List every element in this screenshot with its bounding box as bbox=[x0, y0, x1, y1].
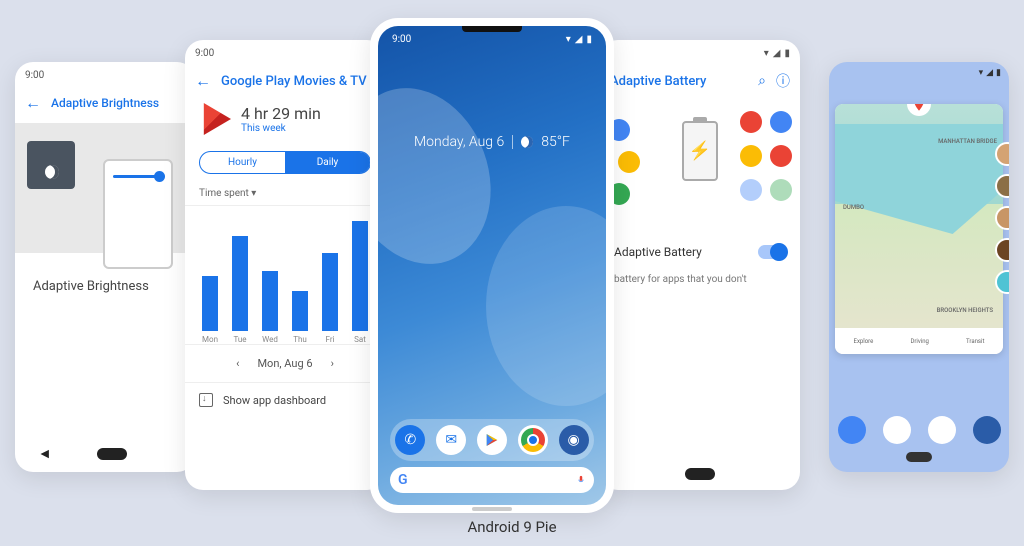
next-icon[interactable]: › bbox=[331, 357, 334, 370]
page-title: Adaptive Battery bbox=[610, 74, 748, 89]
help-icon[interactable]: ⓘ bbox=[776, 71, 790, 91]
app-dot-icon bbox=[740, 179, 762, 201]
maps-bottom-nav: Explore Driving Transit bbox=[835, 328, 1003, 354]
toggle-label: Adaptive Battery bbox=[614, 245, 750, 259]
date-weather-widget[interactable]: Monday, Aug 6 85°F bbox=[378, 134, 606, 150]
adaptive-battery-card: ▾◢▮ Adaptive Battery ⌕ ⓘ ⚡ Adaptive Batt… bbox=[600, 40, 800, 490]
camera-app-icon[interactable]: ◉ bbox=[559, 425, 589, 455]
setting-description: battery for apps that you don't bbox=[600, 273, 800, 287]
weather-moon-icon bbox=[521, 136, 533, 148]
app-dot-icon bbox=[770, 111, 792, 133]
status-bar: ▾◢▮ bbox=[600, 40, 800, 67]
app-dot-icon bbox=[770, 145, 792, 167]
tab-transit[interactable]: Transit bbox=[966, 338, 984, 345]
battery-illustration: ⚡ bbox=[600, 101, 800, 231]
prev-icon[interactable]: ‹ bbox=[236, 357, 239, 370]
play-store-icon[interactable] bbox=[477, 425, 507, 455]
search-icon[interactable]: ⌕ bbox=[758, 73, 766, 89]
tab-explore[interactable]: Explore bbox=[854, 338, 874, 345]
wifi-icon: ▾ bbox=[566, 34, 571, 45]
recents-dock bbox=[829, 416, 1009, 444]
current-date: Mon, Aug 6 bbox=[257, 357, 312, 370]
back-icon[interactable]: ← bbox=[195, 71, 211, 91]
brightness-illustration bbox=[15, 123, 195, 253]
google-search-bar[interactable]: G bbox=[390, 467, 594, 493]
back-nav-icon[interactable]: ◄ bbox=[38, 445, 52, 462]
metric-dropdown[interactable]: Time spent ▾ bbox=[185, 182, 385, 205]
usage-period: This week bbox=[241, 123, 321, 134]
play-movies-icon bbox=[199, 103, 231, 135]
recents-card: ▾◢▮ Manhattan Bridge DUMBO BROOKLYN HEIG… bbox=[829, 62, 1009, 472]
map-label: DUMBO bbox=[843, 204, 864, 211]
back-icon[interactable]: ← bbox=[25, 93, 41, 113]
adaptive-brightness-card: 9:00 ← Adaptive Brightness Adaptive Brig… bbox=[15, 62, 195, 472]
battery-icon: ▮ bbox=[586, 34, 592, 45]
usage-duration: 4 hr 29 min bbox=[241, 104, 321, 123]
dashboard-icon bbox=[199, 393, 213, 407]
home-pill[interactable] bbox=[97, 448, 127, 460]
mic-icon[interactable] bbox=[576, 473, 586, 487]
map-label: Manhattan Bridge bbox=[938, 138, 997, 145]
dock-app-icon[interactable] bbox=[838, 416, 866, 444]
show-dashboard-button[interactable]: Show app dashboard bbox=[185, 382, 385, 417]
phone-app-icon[interactable]: ✆ bbox=[395, 425, 425, 455]
status-bar: 9:00 ▾ ◢ ▮ bbox=[378, 34, 606, 45]
app-dot-icon bbox=[740, 145, 762, 167]
tab-hourly[interactable]: Hourly bbox=[200, 152, 285, 173]
bolt-icon: ⚡ bbox=[689, 141, 711, 162]
time-tabs: Hourly Daily bbox=[199, 151, 371, 174]
home-screen-card: 9:00 ▾ ◢ ▮ Monday, Aug 6 85°F ✆ ✉ ◉ G bbox=[370, 18, 614, 513]
brightness-slider bbox=[113, 175, 163, 178]
home-pill[interactable] bbox=[685, 468, 715, 480]
contact-avatar[interactable] bbox=[995, 206, 1009, 230]
google-logo-icon: G bbox=[398, 472, 408, 488]
status-bar: 9:00 bbox=[185, 40, 385, 67]
page-title: Adaptive Brightness bbox=[51, 96, 159, 110]
home-pill[interactable] bbox=[906, 452, 932, 462]
signal-icon: ◢ bbox=[575, 34, 583, 45]
play-movies-card: 9:00 ← Google Play Movies & TV 4 hr 29 m… bbox=[185, 40, 385, 490]
messages-app-icon[interactable]: ✉ bbox=[436, 425, 466, 455]
recent-app-maps[interactable]: Manhattan Bridge DUMBO BROOKLYN HEIGHTS … bbox=[835, 104, 1003, 354]
contact-strip bbox=[995, 142, 1009, 294]
contact-avatar[interactable] bbox=[995, 238, 1009, 262]
caption: Android 9 Pie bbox=[0, 518, 1024, 536]
status-bar: 9:00 bbox=[15, 62, 195, 89]
notch bbox=[462, 26, 522, 32]
play-store-icon[interactable] bbox=[883, 416, 911, 444]
camera-app-icon[interactable] bbox=[973, 416, 1001, 444]
app-dot-icon bbox=[740, 111, 762, 133]
contact-avatar[interactable] bbox=[995, 142, 1009, 166]
usage-chart: Mon Tue Wed Thu Fri Sat bbox=[185, 205, 385, 345]
nav-bar: ◄ bbox=[15, 445, 195, 462]
date-nav: ‹ Mon, Aug 6 › bbox=[185, 345, 385, 382]
app-dock: ✆ ✉ ◉ bbox=[390, 419, 594, 461]
tab-driving[interactable]: Driving bbox=[910, 338, 928, 345]
app-dot-icon bbox=[618, 151, 640, 173]
contact-avatar[interactable] bbox=[995, 174, 1009, 198]
moon-icon bbox=[45, 165, 59, 179]
chrome-app-icon[interactable] bbox=[518, 425, 548, 455]
tab-daily[interactable]: Daily bbox=[285, 152, 370, 173]
contact-avatar[interactable] bbox=[995, 270, 1009, 294]
app-dot-icon bbox=[770, 179, 792, 201]
adaptive-battery-toggle[interactable] bbox=[758, 245, 786, 259]
map-label: BROOKLYN HEIGHTS bbox=[937, 307, 993, 314]
home-pill[interactable] bbox=[472, 507, 512, 511]
chrome-app-icon[interactable] bbox=[928, 416, 956, 444]
page-title: Google Play Movies & TV bbox=[221, 74, 367, 89]
status-bar: ▾◢▮ bbox=[829, 62, 1009, 84]
